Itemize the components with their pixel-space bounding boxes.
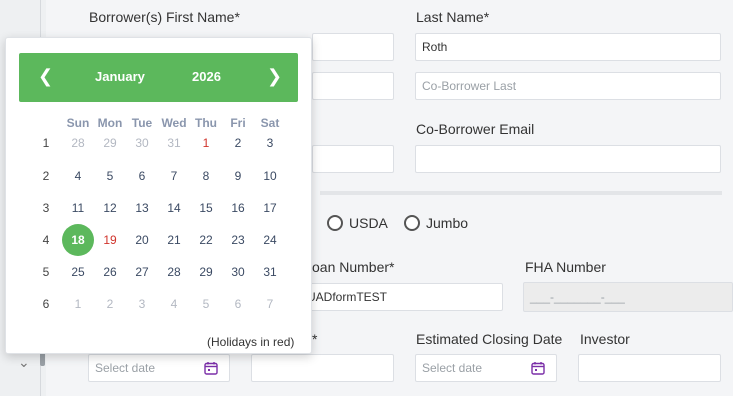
selected-day[interactable]: 18 (62, 224, 94, 256)
calendar-day[interactable]: 14 (158, 192, 190, 224)
radio-jumbo-circle[interactable] (404, 215, 420, 231)
calendar-day[interactable]: 15 (190, 192, 222, 224)
calendar-icon[interactable] (531, 361, 545, 375)
calendar-day[interactable]: 2 (94, 288, 126, 320)
week-number: 1 (42, 136, 50, 150)
date-picker-popup: ❮ January 2026 ❯ Sun Mon Tue Wed Thu Fri Sat 1 2… (5, 37, 312, 354)
calendar-day[interactable]: 5 (190, 288, 222, 320)
calendar-day[interactable]: 28 (62, 127, 94, 159)
radio-usda-label: USDA (349, 215, 388, 231)
calendar-day[interactable]: 3 (254, 127, 286, 159)
calendar-day[interactable]: 5 (94, 160, 126, 192)
radio-usda[interactable]: USDA (327, 215, 388, 231)
calendar-day[interactable]: 8 (190, 160, 222, 192)
week-number: 5 (42, 265, 50, 279)
calendar-day[interactable]: 31 (158, 127, 190, 159)
week-number: 2 (42, 169, 50, 183)
calendar-day[interactable]: 20 (126, 224, 158, 256)
field-required-asterisk: * (312, 331, 318, 347)
calendar-day[interactable]: 11 (62, 192, 94, 224)
loan-number-label: oan Number* (312, 259, 395, 275)
estimated-closing-label: Estimated Closing Date (416, 331, 563, 347)
calendar-day[interactable]: 13 (126, 192, 158, 224)
calendar-day[interactable]: 10 (254, 160, 286, 192)
calendar-day[interactable]: 29 (190, 256, 222, 288)
week-number: 4 (42, 233, 50, 247)
calendar-day[interactable]: 19 (94, 224, 126, 256)
calendar-day[interactable]: 6 (126, 160, 158, 192)
calendar-day[interactable]: 7 (254, 288, 286, 320)
calendar-day[interactable]: 30 (126, 127, 158, 159)
week-number: 6 (42, 297, 50, 311)
last-name-label: Last Name* (416, 9, 490, 25)
calendar-day[interactable]: 12 (94, 192, 126, 224)
calendar-day[interactable]: 25 (62, 256, 94, 288)
week-number: 3 (42, 201, 50, 215)
calendar-day[interactable]: 23 (222, 224, 254, 256)
section-divider (320, 191, 722, 195)
co-borrower-email-input[interactable] (415, 145, 721, 173)
calendar-day[interactable]: 4 (62, 160, 94, 192)
calendar-day[interactable]: 6 (222, 288, 254, 320)
co-borrower-last-input[interactable]: Co-Borrower Last (415, 72, 721, 100)
year-label[interactable]: 2026 (192, 69, 221, 84)
calendar-day[interactable]: 17 (254, 192, 286, 224)
next-month-button[interactable]: ❯ (267, 66, 282, 87)
loan-number-input[interactable]: UADformTEST (300, 283, 503, 311)
date-picker-header: ❮ January 2026 ❯ (19, 53, 298, 102)
calendar-day[interactable]: 26 (94, 256, 126, 288)
last-name-input[interactable]: Roth (415, 33, 721, 61)
calendar-day[interactable]: 30 (222, 256, 254, 288)
calendar-day[interactable]: 31 (254, 256, 286, 288)
fha-number-label: FHA Number (525, 259, 606, 275)
fha-number-input[interactable]: ___-_______-___ (523, 282, 733, 312)
calendar-day[interactable]: 28 (158, 256, 190, 288)
calendar-day[interactable]: 2 (222, 127, 254, 159)
calendar-day[interactable]: 3 (126, 288, 158, 320)
prev-month-button[interactable]: ❮ (38, 66, 53, 87)
radio-jumbo[interactable]: Jumbo (404, 215, 468, 231)
co-borrower-first-input[interactable] (312, 72, 394, 100)
holidays-note: (Holidays in red) (207, 335, 295, 349)
calendar-day[interactable]: 1 (62, 288, 94, 320)
radio-jumbo-label: Jumbo (426, 215, 469, 231)
calendar-day[interactable]: 29 (94, 127, 126, 159)
investor-label: Investor (580, 331, 630, 347)
calendar-day[interactable]: 9 (222, 160, 254, 192)
calendar-day[interactable]: 4 (158, 288, 190, 320)
first-name-label: Borrower(s) First Name* (89, 9, 240, 25)
chevron-down-icon[interactable]: ⌄ (18, 354, 30, 371)
month-label[interactable]: January (95, 69, 145, 84)
middle-input[interactable] (251, 354, 394, 382)
calendar-day[interactable]: 21 (158, 224, 190, 256)
calendar-day[interactable]: 24 (254, 224, 286, 256)
investor-input[interactable] (578, 354, 721, 382)
calendar-icon[interactable] (204, 361, 218, 375)
calendar-day[interactable]: 7 (158, 160, 190, 192)
co-borrower-email-label: Co-Borrower Email (416, 121, 535, 137)
calendar-day[interactable]: 27 (126, 256, 158, 288)
radio-usda-circle[interactable] (327, 215, 343, 231)
calendar-day[interactable]: 22 (190, 224, 222, 256)
first-name-input[interactable] (312, 33, 394, 61)
calendar-day[interactable]: 1 (190, 127, 222, 159)
co-borrower-phone-input[interactable] (312, 145, 394, 173)
calendar-day[interactable]: 16 (222, 192, 254, 224)
